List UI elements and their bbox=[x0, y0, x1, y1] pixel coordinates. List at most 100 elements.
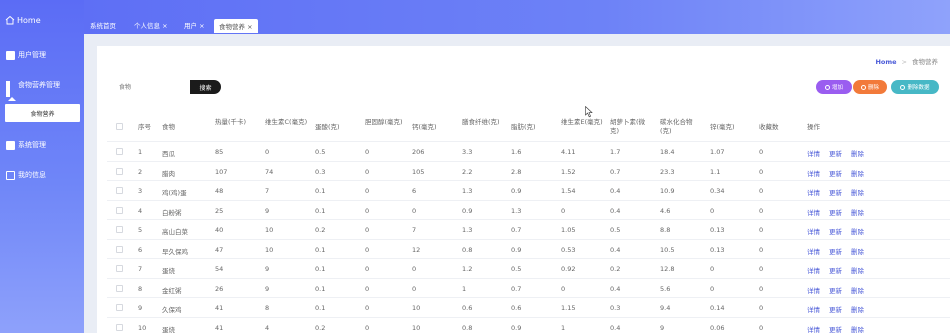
col-header[interactable]: 脂肪(克) bbox=[511, 123, 536, 132]
table-cell: 54 bbox=[215, 265, 224, 273]
col-header[interactable]: 热量(千卡) bbox=[215, 118, 259, 127]
search-button[interactable]: 搜索 bbox=[190, 80, 221, 94]
update-link[interactable]: 更新 bbox=[829, 287, 842, 295]
tab-system-home[interactable]: 系统首页 bbox=[90, 20, 116, 34]
home-icon bbox=[5, 15, 15, 25]
row-checkbox[interactable] bbox=[116, 148, 123, 155]
table-cell: 0 bbox=[759, 206, 764, 215]
update-link[interactable]: 更新 bbox=[829, 189, 842, 197]
table-cell: 高山白菜 bbox=[162, 228, 188, 236]
table-cell: 0.2 bbox=[315, 323, 326, 332]
row-checkbox[interactable] bbox=[116, 167, 123, 175]
row-actions: 详情 更新 删除 bbox=[807, 304, 873, 314]
breadcrumb-home[interactable]: Home bbox=[875, 58, 896, 66]
update-link[interactable]: 更新 bbox=[829, 248, 842, 256]
table-cell: 0.4 bbox=[610, 284, 621, 293]
table-cell: 1.52 bbox=[561, 167, 576, 176]
col-header[interactable]: 胆固醇(毫克) bbox=[365, 118, 411, 127]
sidebar-item-user-management[interactable]: 用户管理 bbox=[0, 40, 84, 70]
select-all-checkbox[interactable] bbox=[116, 123, 123, 130]
row-checkbox[interactable] bbox=[116, 206, 123, 214]
update-link[interactable]: 更新 bbox=[829, 326, 842, 333]
update-link[interactable]: 更新 bbox=[829, 267, 842, 275]
delete-link[interactable]: 删除 bbox=[851, 209, 864, 217]
table-row: 2 腊肉 107 74 0.3 0 105 2.2 2.8 1.52 0.7 23.3 1.1 0 详情 更新… bbox=[107, 162, 950, 181]
delete-link[interactable]: 删除 bbox=[851, 150, 864, 158]
sidebar-item-my-info[interactable]: 我的信息 bbox=[0, 160, 84, 190]
table-cell: 8.8 bbox=[660, 226, 671, 234]
row-checkbox[interactable] bbox=[116, 226, 123, 233]
delete-link[interactable]: 删除 bbox=[851, 326, 864, 333]
update-link[interactable]: 更新 bbox=[829, 306, 842, 314]
sidebar-item-food-nutrition-management[interactable]: 食物营养管理 bbox=[0, 70, 84, 100]
col-header[interactable]: 维生素E(毫克) bbox=[561, 118, 607, 127]
col-header[interactable]: 碳水化合物(克) bbox=[660, 118, 704, 136]
col-header[interactable]: 膳食纤维(克) bbox=[462, 118, 506, 127]
row-checkbox[interactable] bbox=[116, 265, 123, 272]
row-checkbox[interactable] bbox=[116, 187, 123, 194]
details-link[interactable]: 详情 bbox=[807, 287, 820, 295]
update-link[interactable]: 更新 bbox=[829, 228, 842, 236]
details-link[interactable]: 详情 bbox=[807, 306, 820, 314]
delete-link[interactable]: 删除 bbox=[851, 267, 864, 275]
row-checkbox[interactable] bbox=[116, 284, 123, 292]
tab-personal-info[interactable]: 个人信息 × bbox=[134, 20, 168, 34]
add-button[interactable]: 增加 bbox=[816, 80, 852, 94]
row-actions: 详情 更新 删除 bbox=[807, 226, 873, 236]
col-header[interactable]: 食物 bbox=[162, 123, 175, 132]
details-link[interactable]: 详情 bbox=[807, 170, 820, 178]
col-header[interactable]: 锌(毫克) bbox=[710, 123, 735, 132]
table-cell: 0 bbox=[759, 323, 764, 332]
table-cell: 早久保鸡 bbox=[162, 247, 188, 256]
search-input[interactable] bbox=[115, 80, 191, 94]
tab-users[interactable]: 用户 × bbox=[184, 20, 205, 34]
col-header[interactable]: 收藏数 bbox=[759, 123, 779, 132]
delete-link[interactable]: 删除 bbox=[851, 189, 864, 197]
col-header[interactable]: 胡萝卜素(微克) bbox=[610, 118, 654, 136]
table-cell: 1 bbox=[462, 284, 467, 293]
details-link[interactable]: 详情 bbox=[807, 228, 820, 236]
col-header[interactable]: 维生素C(毫克) bbox=[265, 118, 311, 127]
table-cell: 0 bbox=[710, 284, 715, 293]
details-link[interactable]: 详情 bbox=[807, 150, 820, 158]
delete-link[interactable]: 删除 bbox=[851, 170, 864, 178]
table-cell: 23.3 bbox=[660, 167, 675, 176]
sidebar-home[interactable]: Home bbox=[0, 0, 84, 40]
row-checkbox[interactable] bbox=[116, 304, 123, 311]
table-cell: 蛋烧 bbox=[162, 325, 175, 333]
table-cell: 1.3 bbox=[462, 187, 473, 195]
details-link[interactable]: 详情 bbox=[807, 248, 820, 256]
sidebar-subitem-food-nutrition[interactable]: 食物营养 bbox=[0, 97, 84, 130]
row-actions: 详情 更新 删除 bbox=[807, 187, 873, 197]
delete-link[interactable]: 删除 bbox=[851, 306, 864, 314]
update-link[interactable]: 更新 bbox=[829, 209, 842, 217]
details-link[interactable]: 详情 bbox=[807, 267, 820, 275]
sidebar-item-system-management[interactable]: 系统管理 bbox=[0, 130, 84, 160]
delete-link[interactable]: 删除 bbox=[851, 228, 864, 236]
table-cell: 0.13 bbox=[710, 245, 725, 254]
delete-button[interactable]: 删除 bbox=[853, 80, 887, 94]
table-row: 5 高山白菜 40 10 0.2 0 7 1.3 0.7 1.05 0.5 8.8 0.13 0 详情 更新 删… bbox=[107, 220, 950, 240]
details-link[interactable]: 详情 bbox=[807, 189, 820, 197]
table-cell: 0 bbox=[710, 265, 715, 273]
sidebar-item-label: 我的信息 bbox=[18, 171, 46, 179]
row-checkbox[interactable] bbox=[116, 323, 123, 331]
details-link[interactable]: 详情 bbox=[807, 209, 820, 217]
delete-link[interactable]: 删除 bbox=[851, 248, 864, 256]
row-checkbox[interactable] bbox=[116, 245, 123, 253]
delete-link[interactable]: 删除 bbox=[851, 287, 864, 295]
update-link[interactable]: 更新 bbox=[829, 170, 842, 178]
table-row: 10 蛋烧 41 4 0.2 0 10 0.8 0.9 1 0.4 9 0.06 0 详情 更新 删除 bbox=[107, 318, 950, 333]
sidebar-item-label: 食物营养管理 bbox=[18, 81, 60, 89]
table-row: 4 白粉粥 25 9 0.1 0 0 0.9 1.3 0 0.4 4.6 0 0 详情 更新 删除 bbox=[107, 201, 950, 220]
col-header[interactable]: 蛋酸(克) bbox=[315, 123, 340, 132]
tab-food-nutrition[interactable]: 食物营养 × bbox=[214, 19, 258, 33]
batch-delete-button[interactable]: 删除数据 bbox=[891, 80, 939, 94]
table-cell: 0.14 bbox=[710, 304, 725, 312]
table-cell: 西瓜 bbox=[162, 150, 175, 158]
update-link[interactable]: 更新 bbox=[829, 150, 842, 158]
table-cell: 0.1 bbox=[315, 206, 326, 215]
details-link[interactable]: 详情 bbox=[807, 326, 820, 333]
col-header[interactable]: 钙(毫克) bbox=[412, 123, 437, 132]
table-cell: 1.3 bbox=[511, 206, 522, 215]
